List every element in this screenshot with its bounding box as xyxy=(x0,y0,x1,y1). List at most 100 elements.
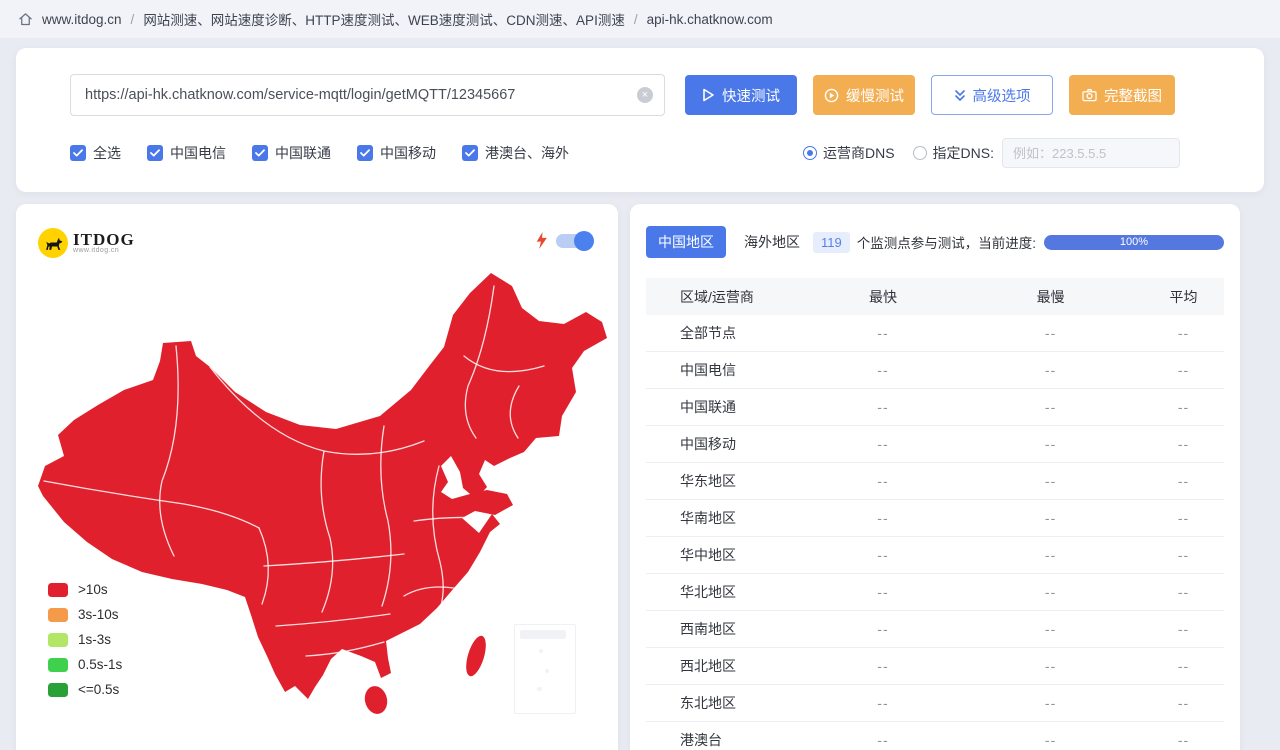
header-slowest: 最慢 xyxy=(958,287,1143,307)
custom-dns-label: 指定DNS: xyxy=(933,143,994,163)
full-screenshot-label: 完整截图 xyxy=(1104,85,1162,106)
china-map-panel: ITDOG www.itdog.cn xyxy=(16,204,618,750)
cell-slowest: -- xyxy=(958,695,1143,711)
cell-fastest: -- xyxy=(808,547,958,563)
cell-slowest: -- xyxy=(958,325,1143,341)
cell-average: -- xyxy=(1143,399,1224,415)
cell-slowest: -- xyxy=(958,621,1143,637)
custom-dns-input[interactable] xyxy=(1002,138,1180,168)
cell-average: -- xyxy=(1143,436,1224,452)
cell-region: 华南地区 xyxy=(646,508,808,528)
cell-region: 全部节点 xyxy=(646,323,808,343)
table-row: 全部节点 -- -- -- xyxy=(646,315,1224,352)
table-row: 华北地区 -- -- -- xyxy=(646,574,1224,611)
play-icon xyxy=(702,88,715,102)
slow-test-button[interactable]: 缓慢测试 xyxy=(813,75,915,115)
isp-checkbox[interactable]: 港澳台、海外 xyxy=(462,143,569,163)
isp-checkbox[interactable]: 中国联通 xyxy=(252,143,331,163)
cell-region: 中国联通 xyxy=(646,397,808,417)
cell-slowest: -- xyxy=(958,658,1143,674)
cell-fastest: -- xyxy=(808,732,958,748)
legend-color-swatch xyxy=(48,608,68,622)
checkbox-checked-icon xyxy=(252,145,268,161)
legend-label: 0.5s-1s xyxy=(78,657,122,672)
test-controls-card: × 快速测试 缓慢测试 高级选项 完整截图 全选 xyxy=(16,48,1264,192)
isp-checkbox[interactable]: 中国电信 xyxy=(147,143,226,163)
tab-china-region[interactable]: 中国地区 xyxy=(646,226,726,258)
cell-average: -- xyxy=(1143,695,1224,711)
progress-bar: 100% xyxy=(1044,235,1224,250)
cell-slowest: -- xyxy=(958,584,1143,600)
table-row: 华中地区 -- -- -- xyxy=(646,537,1224,574)
fast-mode-toggle[interactable] xyxy=(556,234,592,248)
cell-region: 西北地区 xyxy=(646,656,808,676)
table-row: 西北地区 -- -- -- xyxy=(646,648,1224,685)
results-table-body: 全部节点 -- -- -- 中国电信 -- -- -- 中国联通 xyxy=(646,315,1224,750)
cell-region: 港澳台 xyxy=(646,730,808,750)
cell-region: 西南地区 xyxy=(646,619,808,639)
monitor-progress-text: 个监测点参与测试，当前进度: xyxy=(857,232,1036,252)
header-fastest: 最快 xyxy=(808,287,958,307)
checkbox-label: 全选 xyxy=(93,143,121,163)
checkbox-label: 中国联通 xyxy=(275,143,331,163)
lightning-icon xyxy=(535,232,548,249)
isp-checkbox-group: 全选 中国电信 中国联通 xyxy=(70,143,569,163)
itdog-logo: ITDOG www.itdog.cn xyxy=(38,228,135,258)
table-row: 中国移动 -- -- -- xyxy=(646,426,1224,463)
cell-region: 华中地区 xyxy=(646,545,808,565)
breadcrumb-home-link[interactable]: www.itdog.cn xyxy=(42,12,122,27)
monitor-count-badge: 119 xyxy=(813,232,850,253)
logo-title: ITDOG xyxy=(73,232,135,247)
radio-selected-icon xyxy=(803,146,817,160)
checkbox-label: 中国移动 xyxy=(380,143,436,163)
url-input[interactable] xyxy=(70,74,665,116)
table-row: 东北地区 -- -- -- xyxy=(646,685,1224,722)
breadcrumb: www.itdog.cn / 网站测速、网站速度诊断、HTTP速度测试、WEB速… xyxy=(0,0,1280,38)
hainan-island xyxy=(362,684,390,716)
cell-region: 华东地区 xyxy=(646,471,808,491)
table-row: 中国电信 -- -- -- xyxy=(646,352,1224,389)
map-legend: >10s 3s-10s 1s-3s 0.5s-1s xyxy=(48,582,122,697)
checkbox-checked-icon xyxy=(357,145,373,161)
cell-fastest: -- xyxy=(808,473,958,489)
cell-region: 华北地区 xyxy=(646,582,808,602)
advanced-options-button[interactable]: 高级选项 xyxy=(931,75,1053,115)
legend-label: 3s-10s xyxy=(78,607,119,622)
table-row: 港澳台 -- -- -- xyxy=(646,722,1224,750)
table-row: 华东地区 -- -- -- xyxy=(646,463,1224,500)
cell-fastest: -- xyxy=(808,362,958,378)
cell-fastest: -- xyxy=(808,399,958,415)
camera-icon xyxy=(1082,88,1097,102)
full-screenshot-button[interactable]: 完整截图 xyxy=(1069,75,1175,115)
header-region: 区域/运营商 xyxy=(646,287,808,307)
cell-fastest: -- xyxy=(808,658,958,674)
south-china-sea-inset-map xyxy=(514,624,576,714)
checkbox-label: 中国电信 xyxy=(170,143,226,163)
legend-item: <=0.5s xyxy=(48,682,122,697)
carrier-dns-radio[interactable]: 运营商DNS xyxy=(803,143,895,163)
legend-color-swatch xyxy=(48,658,68,672)
cell-region: 中国移动 xyxy=(646,434,808,454)
cell-average: -- xyxy=(1143,621,1224,637)
home-icon xyxy=(18,12,33,27)
slow-play-icon xyxy=(824,88,839,103)
cell-average: -- xyxy=(1143,584,1224,600)
cell-fastest: -- xyxy=(808,436,958,452)
checkbox-label: 港澳台、海外 xyxy=(485,143,569,163)
results-table: 区域/运营商 最快 最慢 平均 全部节点 -- -- -- 中国电信 xyxy=(646,278,1224,750)
table-row: 华南地区 -- -- -- xyxy=(646,500,1224,537)
isp-checkbox[interactable]: 中国移动 xyxy=(357,143,436,163)
checkbox-checked-icon xyxy=(70,145,86,161)
breadcrumb-section-link[interactable]: 网站测速、网站速度诊断、HTTP速度测试、WEB速度测试、CDN测速、API测速 xyxy=(143,9,625,29)
cell-fastest: -- xyxy=(808,325,958,341)
custom-dns-radio[interactable]: 指定DNS: xyxy=(913,143,994,163)
tab-overseas-region[interactable]: 海外地区 xyxy=(744,232,800,252)
double-chevron-down-icon xyxy=(954,89,966,102)
fast-test-button[interactable]: 快速测试 xyxy=(685,75,797,115)
cell-average: -- xyxy=(1143,473,1224,489)
legend-item: 0.5s-1s xyxy=(48,657,122,672)
clear-input-icon[interactable]: × xyxy=(637,87,653,103)
isp-checkbox[interactable]: 全选 xyxy=(70,143,121,163)
legend-color-swatch xyxy=(48,583,68,597)
cell-slowest: -- xyxy=(958,510,1143,526)
